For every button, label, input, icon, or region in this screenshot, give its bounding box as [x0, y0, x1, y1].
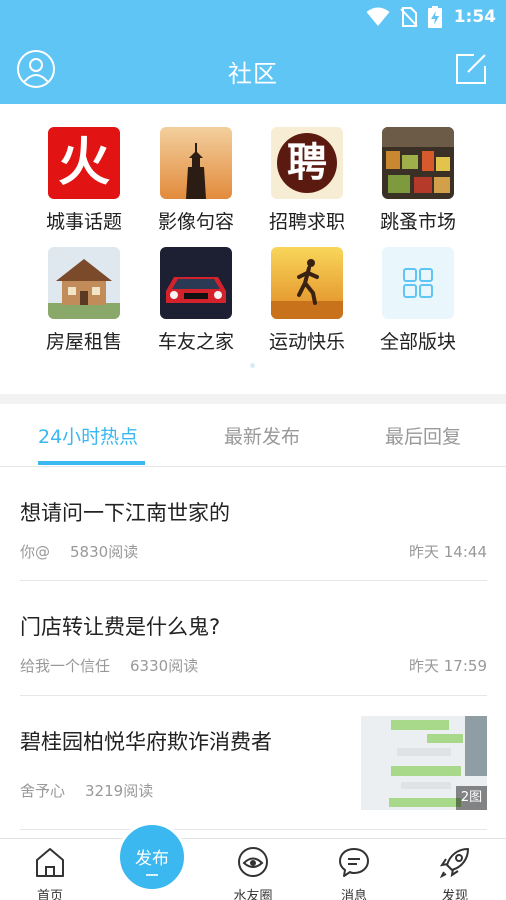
category-label: 全部版块 — [379, 331, 456, 353]
category-all-boards[interactable]: 全部版块 — [362, 247, 474, 354]
home-icon — [36, 848, 64, 877]
tab-last-reply[interactable]: 最后回复 — [385, 422, 461, 449]
circle-eye-icon — [238, 847, 268, 877]
category-label: 跳蚤市场 — [379, 211, 456, 233]
section-divider — [0, 394, 506, 404]
post-author: 给我一个信任 — [20, 657, 111, 675]
category-label: 运动快乐 — [268, 331, 345, 353]
post-title: 碧桂园柏悦华府欺诈消费者 — [20, 730, 272, 754]
page-title: 社区 — [228, 60, 278, 88]
category-flea-market[interactable]: 跳蚤市场 — [362, 127, 474, 234]
category-label: 招聘求职 — [268, 211, 345, 233]
post-title: 想请问一下江南世家的 — [20, 501, 230, 525]
house-photo-icon — [48, 247, 120, 319]
post-meta: 给我一个信任 6330阅读 — [20, 655, 198, 676]
nav-circle[interactable]: 水友圈 — [213, 845, 293, 900]
category-grid: 火 城事话题 影像句容 聘 招聘求职 跳蚤市场 房屋租售 车友之家 运动快乐 全… — [0, 104, 506, 394]
category-city-topics[interactable]: 火 城事话题 — [28, 127, 140, 234]
category-label: 车友之家 — [157, 331, 234, 353]
runner-photo-icon — [271, 247, 343, 319]
nav-label: 水友圈 — [233, 889, 273, 900]
category-label: 影像句容 — [157, 211, 234, 233]
category-label: 房屋租售 — [45, 331, 122, 353]
category-jobs[interactable]: 聘 招聘求职 — [251, 127, 363, 234]
category-jurong-photos[interactable]: 影像句容 — [140, 127, 252, 234]
category-sports[interactable]: 运动快乐 — [251, 247, 363, 354]
nav-home[interactable]: 首页 — [10, 845, 90, 900]
message-icon — [339, 848, 369, 877]
active-tab-indicator — [38, 461, 145, 465]
image-count-badge: 2图 — [456, 786, 487, 810]
post-reads: 6330阅读 — [130, 657, 199, 675]
post-reads: 5830阅读 — [70, 543, 139, 561]
status-bar: 1:54 — [0, 0, 506, 34]
nav-discover[interactable]: 发现 — [415, 845, 495, 900]
status-time: 1:54 — [453, 7, 496, 27]
post-item[interactable]: 碧桂园柏悦华府欺诈消费者 舍予心 3219阅读 2图 — [20, 696, 487, 830]
app-header: 社区 — [0, 34, 506, 104]
category-car-club[interactable]: 车友之家 — [140, 247, 252, 354]
post-item[interactable]: 门店转让费是什么鬼? 给我一个信任 6330阅读 昨天 17:59 — [20, 581, 487, 696]
market-photo-icon — [382, 127, 454, 199]
tab-24h-hot[interactable]: 24小时热点 — [38, 422, 138, 449]
publish-underline — [146, 874, 158, 876]
grid-icon — [382, 247, 454, 319]
post-meta: 你@ 5830阅读 — [20, 541, 138, 562]
rocket-icon — [439, 848, 469, 879]
fire-icon: 火 — [48, 127, 120, 199]
tab-latest[interactable]: 最新发布 — [224, 422, 300, 449]
wifi-icon — [366, 7, 390, 26]
pager-indicator — [250, 363, 255, 368]
feed-tabs: 24小时热点 最新发布 最后回复 — [0, 404, 506, 467]
post-title: 门店转让费是什么鬼? — [20, 615, 221, 639]
battery-charging-icon — [427, 6, 442, 28]
nav-label: 发现 — [441, 889, 468, 900]
compose-button[interactable] — [454, 52, 488, 86]
pagoda-photo-icon — [160, 127, 232, 199]
category-label: 城事话题 — [45, 211, 122, 233]
car-photo-icon — [160, 247, 232, 319]
category-housing[interactable]: 房屋租售 — [28, 247, 140, 354]
post-thumbnail[interactable]: 2图 — [361, 716, 487, 810]
nav-messages[interactable]: 消息 — [314, 845, 394, 900]
post-time: 昨天 14:44 — [409, 543, 487, 561]
post-author: 你@ — [20, 543, 51, 561]
bottom-nav: 首页 水友圈 消息 发现 — [0, 838, 506, 900]
post-meta: 舍予心 3219阅读 — [20, 780, 153, 801]
post-item[interactable]: 想请问一下江南世家的 你@ 5830阅读 昨天 14:44 — [20, 467, 487, 581]
edit-icon — [456, 54, 486, 84]
post-time: 昨天 17:59 — [409, 657, 487, 675]
nav-label: 首页 — [36, 889, 63, 900]
nav-label: 消息 — [340, 889, 367, 900]
publish-label: 发布 — [135, 849, 169, 869]
publish-button[interactable]: 发布 — [117, 822, 187, 892]
post-reads: 3219阅读 — [85, 782, 154, 800]
post-author: 舍予心 — [20, 782, 66, 800]
recruit-icon: 聘 — [271, 127, 343, 199]
no-sim-icon — [399, 7, 418, 27]
